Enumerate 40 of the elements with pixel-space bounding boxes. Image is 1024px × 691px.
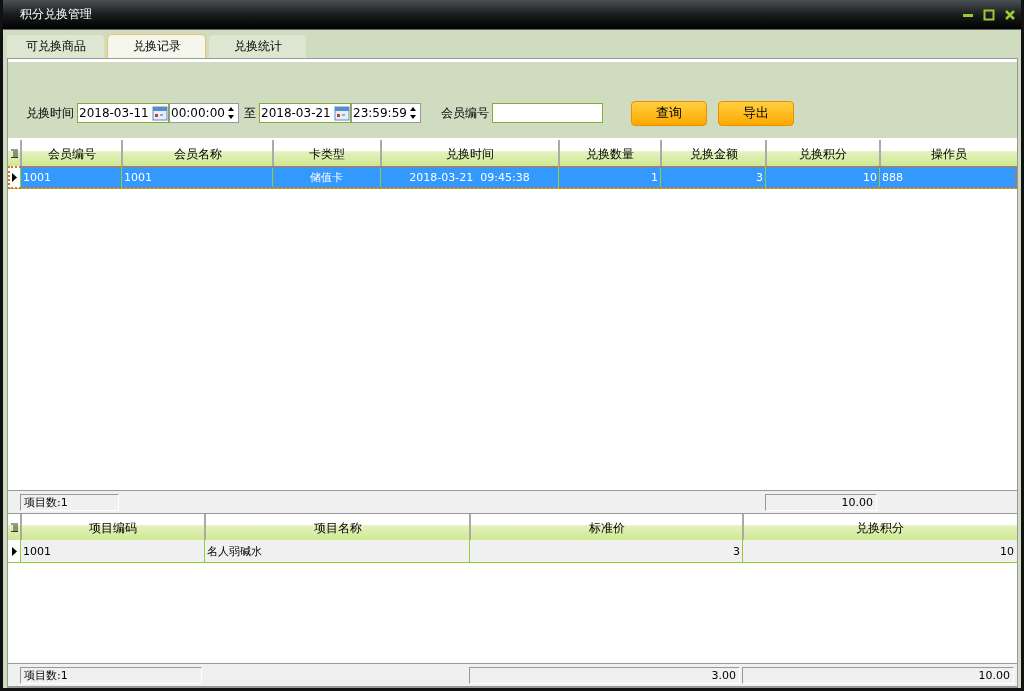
points-total: 10.00 <box>742 666 1014 684</box>
action-button[interactable]: 查询 <box>631 100 707 126</box>
item-count: 项目数:1 <box>20 493 119 511</box>
time-spinner[interactable]: 00:00:00 <box>169 103 239 123</box>
table-cell: 10 <box>742 540 1016 562</box>
tab[interactable]: 兑换统计 <box>208 34 307 58</box>
list-icon[interactable] <box>10 148 18 158</box>
time-label: 兑换时间 <box>26 104 74 122</box>
window-title: 积分兑换管理 <box>20 6 93 23</box>
tab[interactable]: 兑换记录 <box>107 34 206 58</box>
time-spinner[interactable]: 23:59:59 <box>351 103 421 123</box>
spin-arrows-icon <box>409 106 417 120</box>
table-cell: 2018-03-21 09:45:38 <box>380 166 558 188</box>
spin-arrows-icon <box>227 106 235 120</box>
points-total: 10.00 <box>765 493 877 511</box>
calendar-icon <box>152 105 168 121</box>
table-cell: 1001 <box>20 166 121 188</box>
table-row[interactable]: 1001 名人弱碱水 3 10 <box>8 540 1017 563</box>
maximize-icon[interactable] <box>983 8 995 21</box>
to-label: 至 <box>244 104 256 122</box>
member-label: 会员编号 <box>441 104 489 122</box>
table-cell: 1 <box>558 166 660 188</box>
action-button[interactable]: 导出 <box>718 100 794 126</box>
table-cell: 10 <box>765 166 879 188</box>
member-input-field[interactable] <box>492 103 603 123</box>
price-total: 3.00 <box>469 666 740 684</box>
table-cell: 3 <box>660 166 765 188</box>
table-cell: 名人弱碱水 <box>204 540 469 562</box>
close-icon[interactable] <box>1004 8 1016 21</box>
item-count: 项目数:1 <box>20 666 202 684</box>
tab[interactable]: 可兑换商品 <box>6 34 105 58</box>
calendar-icon <box>334 105 350 121</box>
date-field[interactable]: 2018-03-11 <box>77 103 169 123</box>
table-cell: 1001 <box>121 166 272 188</box>
table-cell: 储值卡 <box>272 166 380 188</box>
table-cell: 1001 <box>20 540 204 562</box>
table-cell: 3 <box>469 540 742 562</box>
date-field[interactable]: 2018-03-21 <box>259 103 351 123</box>
list-icon[interactable] <box>10 522 18 532</box>
table-cell: 888 <box>879 166 1016 188</box>
